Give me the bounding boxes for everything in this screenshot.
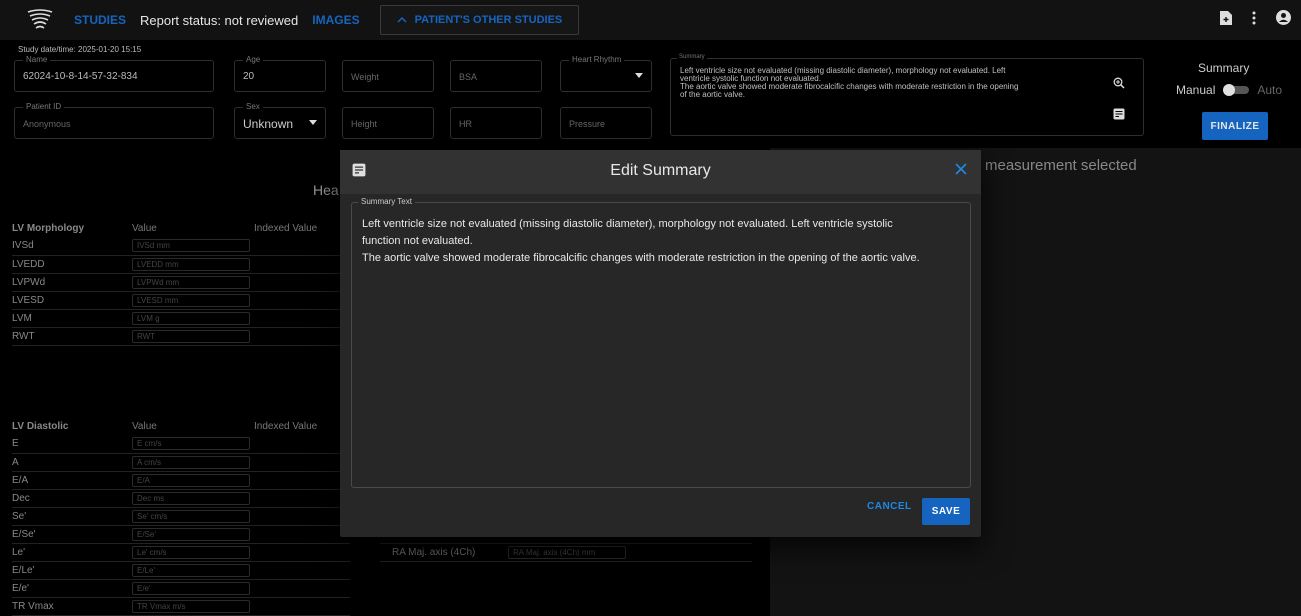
summary-text-label: Summary Text [358,197,415,206]
summary-text-field[interactable]: Summary Text Left ventricle size not eva… [351,197,971,488]
summary-text-line: The aortic valve showed moderate fibroca… [362,252,920,264]
dialog-title: Edit Summary [610,162,711,179]
close-icon[interactable] [955,162,967,180]
summary-text-line: function not evaluated. [362,235,473,247]
summary-textarea[interactable]: Left ventricle size not evaluated (missi… [362,216,967,267]
dialog-header: Edit Summary [340,150,981,194]
save-button[interactable]: SAVE [922,498,970,525]
edit-summary-dialog: Edit Summary Summary Text Left ventricle… [340,150,981,537]
cancel-button[interactable]: CANCEL [867,501,912,512]
summary-text-line: Left ventricle size not evaluated (missi… [362,218,893,230]
